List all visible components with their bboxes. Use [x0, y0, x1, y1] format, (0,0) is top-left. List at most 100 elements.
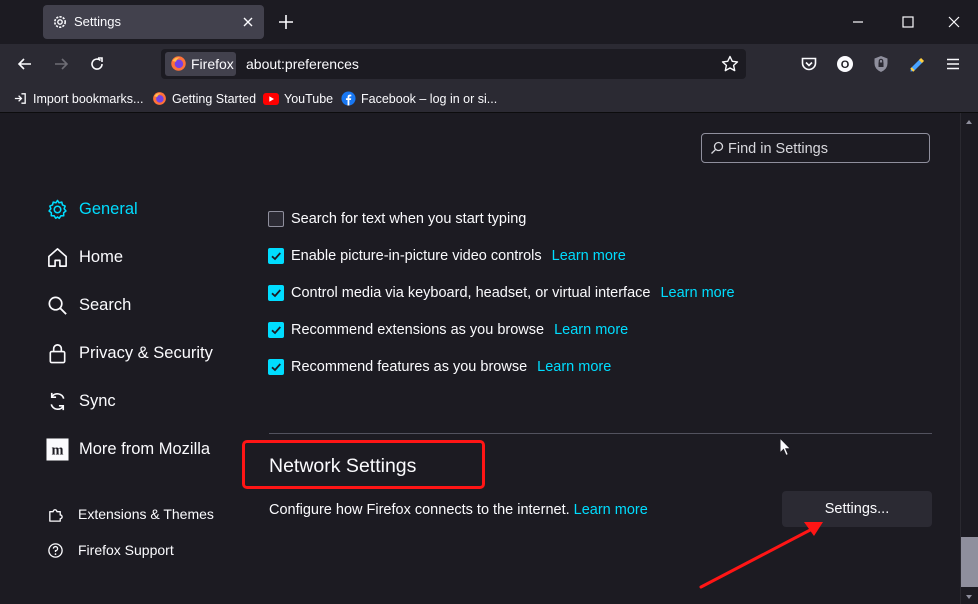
network-description: Configure how Firefox connects to the in…	[269, 502, 648, 518]
sidebar-item-label: Privacy & Security	[79, 343, 213, 362]
checkbox-checked[interactable]	[268, 285, 284, 301]
annotation-arrow	[699, 522, 823, 589]
puzzle-icon	[49, 508, 63, 522]
sidebar-item-label: Sync	[79, 391, 116, 410]
sidebar-firefox-support[interactable]: Firefox Support	[47, 540, 174, 560]
mozilla-icon: m	[46, 437, 69, 461]
pocket-icon[interactable]	[799, 54, 819, 74]
option-label: Recommend features as you browse	[291, 359, 528, 375]
facebook-icon	[341, 91, 356, 106]
option-search-text-typing[interactable]: Search for text when you start typing	[268, 209, 526, 229]
sidebar-item-privacy-security[interactable]: Privacy & Security	[46, 339, 213, 367]
find-in-settings-input[interactable]: Find in Settings	[701, 133, 930, 163]
learn-more-link[interactable]: Learn more	[660, 285, 734, 301]
sidebar-item-label: Search	[79, 295, 132, 314]
scrollbar-thumb[interactable]	[961, 537, 978, 587]
sidebar-item-label: Firefox Support	[78, 542, 174, 558]
network-description-text: Configure how Firefox connects to the in…	[269, 502, 570, 518]
search-placeholder: Find in Settings	[728, 141, 828, 157]
option-picture-in-picture[interactable]: Enable picture-in-picture video controls…	[268, 246, 626, 266]
gear-icon	[54, 16, 66, 28]
sidebar-item-label: More from Mozilla	[79, 439, 211, 458]
sidebar-item-label: Extensions & Themes	[78, 506, 214, 522]
learn-more-link[interactable]: Learn more	[552, 248, 626, 264]
bookmark-import[interactable]: Import bookmarks...	[13, 90, 143, 107]
minimize-icon[interactable]	[848, 12, 868, 32]
sidebar-item-home[interactable]: Home	[46, 243, 123, 271]
section-divider	[269, 433, 932, 434]
option-recommend-features[interactable]: Recommend features as you browse Learn m…	[268, 357, 611, 377]
checkmark-icon	[271, 252, 281, 261]
mouse-cursor-icon	[779, 437, 792, 457]
learn-more-link[interactable]: Learn more	[574, 502, 648, 518]
scroll-up-icon[interactable]	[965, 118, 973, 126]
firefox-icon	[171, 56, 186, 71]
checkbox-checked[interactable]	[268, 359, 284, 375]
help-icon	[48, 542, 63, 558]
sidebar-item-more-from-mozilla[interactable]: m More from Mozilla	[46, 435, 210, 463]
pen-extension-icon[interactable]	[907, 54, 927, 74]
search-icon	[711, 141, 724, 154]
close-window-icon[interactable]	[944, 12, 964, 32]
search-icon	[48, 295, 67, 315]
learn-more-link[interactable]: Learn more	[537, 359, 611, 375]
reload-button[interactable]	[87, 54, 107, 74]
checkmark-icon	[271, 363, 281, 372]
menu-icon[interactable]	[943, 54, 963, 74]
new-tab-button[interactable]	[276, 12, 296, 32]
checkbox-unchecked[interactable]	[268, 211, 284, 227]
bookmark-label: Import bookmarks...	[33, 91, 144, 106]
checkmark-icon	[271, 289, 281, 298]
back-button[interactable]	[15, 54, 35, 74]
sidebar-item-general[interactable]: General	[46, 195, 138, 223]
checkbox-checked[interactable]	[268, 322, 284, 338]
svg-text:m: m	[52, 442, 64, 458]
tab-title: Settings	[74, 14, 121, 29]
sidebar-item-sync[interactable]: Sync	[46, 387, 116, 415]
sidebar-extensions-themes[interactable]: Extensions & Themes	[47, 504, 214, 524]
scroll-down-icon[interactable]	[965, 593, 973, 601]
identity-box[interactable]: Firefox	[165, 52, 236, 76]
forward-button[interactable]	[51, 54, 71, 74]
shield-extension-icon[interactable]	[871, 54, 891, 74]
annotation-highlight-box	[242, 440, 485, 489]
option-label: Control media via keyboard, headset, or …	[291, 285, 651, 301]
sidebar-item-label: General	[79, 199, 138, 218]
home-icon	[48, 247, 67, 267]
close-tab-icon[interactable]	[238, 12, 258, 32]
bookmark-label: Facebook – log in or si...	[361, 91, 498, 106]
bookmark-star-icon[interactable]	[720, 54, 740, 74]
navigation-toolbar: Firefox about:preferences O	[0, 44, 978, 84]
import-icon	[14, 93, 26, 104]
bookmark-label: YouTube	[284, 91, 334, 106]
sidebar-item-label: Home	[79, 247, 124, 266]
svg-text:O: O	[841, 59, 850, 71]
address-bar[interactable]: Firefox about:preferences	[161, 49, 746, 79]
tab-strip: Settings	[0, 0, 978, 44]
sync-icon	[50, 392, 65, 410]
tab-settings[interactable]: Settings	[43, 5, 264, 39]
url-text[interactable]: about:preferences	[246, 56, 359, 72]
bookmarks-toolbar: Import bookmarks... Getting Started YouT…	[0, 84, 978, 113]
option-label: Enable picture-in-picture video controls	[291, 248, 542, 264]
gear-icon	[48, 199, 67, 219]
option-label: Search for text when you start typing	[291, 211, 527, 227]
checkmark-icon	[271, 326, 281, 335]
option-recommend-extensions[interactable]: Recommend extensions as you browse Learn…	[268, 320, 628, 340]
learn-more-link[interactable]: Learn more	[554, 322, 628, 338]
bookmark-getting-started[interactable]: Getting Started	[152, 90, 256, 107]
option-control-media[interactable]: Control media via keyboard, headset, or …	[268, 283, 735, 303]
firefox-icon	[153, 92, 166, 105]
option-label: Recommend extensions as you browse	[291, 322, 545, 338]
bookmark-facebook[interactable]: Facebook – log in or si...	[341, 90, 497, 107]
bookmark-youtube[interactable]: YouTube	[263, 90, 333, 107]
youtube-icon	[263, 92, 279, 105]
account-icon[interactable]: O	[835, 54, 855, 74]
lock-icon	[49, 343, 66, 363]
identity-label: Firefox	[191, 56, 234, 72]
sidebar-item-search[interactable]: Search	[46, 291, 131, 319]
bookmark-label: Getting Started	[172, 91, 257, 106]
scrollbar[interactable]	[960, 113, 978, 604]
maximize-icon[interactable]	[898, 12, 918, 32]
checkbox-checked[interactable]	[268, 248, 284, 264]
